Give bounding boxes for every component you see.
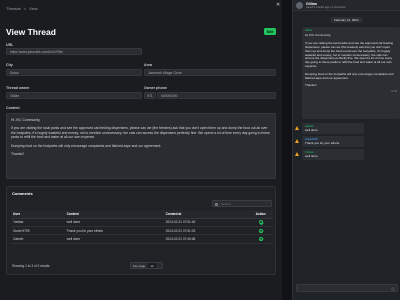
page-title: View Thread bbox=[6, 27, 56, 37]
cell-user: Gabriel bbox=[11, 234, 65, 244]
message-text: well done bbox=[305, 127, 318, 132]
warning-icon bbox=[295, 126, 299, 130]
thread-owner-label: Thread owner bbox=[6, 86, 30, 90]
comments-card: Comments Search User Content Created at … bbox=[6, 186, 276, 275]
per-page-value: 10 bbox=[148, 263, 156, 268]
chat-panel: Gillian joined 5 months ago | 4 comments… bbox=[292, 0, 400, 300]
thread-owner-field[interactable]: Gillian bbox=[6, 92, 142, 99]
send-icon[interactable] bbox=[391, 286, 395, 291]
area-label: Area bbox=[144, 63, 152, 67]
col-created-at[interactable]: Created at bbox=[163, 210, 249, 219]
search-placeholder: Search bbox=[221, 201, 231, 206]
owner-phone-field[interactable]: 500000000 bbox=[157, 92, 276, 99]
cell-user: Yomisa bbox=[11, 218, 65, 227]
area-field[interactable]: Jumeirah Village Circle bbox=[144, 69, 276, 76]
table-row: Guest 9795 Thank you for your efforts 20… bbox=[11, 226, 273, 236]
breadcrumb-separator: > bbox=[23, 6, 27, 11]
avatar bbox=[296, 2, 303, 9]
owner-phone-label: Owner phone bbox=[144, 86, 167, 90]
city-field[interactable]: Dubai bbox=[6, 69, 142, 76]
message-text: Thank you for your efforts bbox=[305, 140, 340, 145]
chat-message: Gabriel well done bbox=[302, 123, 364, 134]
content-paragraph: If you are visiting the local parks and … bbox=[11, 126, 270, 140]
content-paragraph: Hi JVC Community, bbox=[11, 118, 41, 122]
content-paragraph: Dumping food on the footpaths will only … bbox=[11, 143, 162, 148]
close-icon[interactable]: ✕ bbox=[276, 2, 280, 8]
edit-button[interactable]: Edit bbox=[264, 28, 276, 35]
per-page-select[interactable]: Per page 10 bbox=[130, 262, 163, 269]
phone-country-code[interactable]: 971 bbox=[144, 92, 156, 99]
chat-header: Gillian joined 5 months ago | 4 comments bbox=[293, 0, 400, 11]
cell-created-at: 2024-02-21 07:51:03 bbox=[163, 226, 249, 236]
message-text: well done bbox=[305, 153, 318, 158]
table-row: Yomisa well done 2024-02-21 07:51:49 bbox=[11, 218, 273, 227]
url-label: URL bbox=[6, 43, 14, 47]
view-icon[interactable] bbox=[258, 237, 263, 242]
chat-message: Guest9795 Thank you for your efforts bbox=[302, 136, 364, 147]
table-row: Gabriel well done 2024-02-21 07:49:48 bbox=[11, 234, 273, 244]
cell-action bbox=[248, 218, 273, 227]
city-label: City bbox=[6, 63, 13, 67]
chat-message: Yomisa well done bbox=[302, 149, 364, 160]
comments-search-input[interactable]: Search bbox=[212, 200, 272, 207]
col-content[interactable]: Content bbox=[64, 210, 164, 219]
comments-title: Comments bbox=[12, 191, 33, 196]
per-page-label: Per page bbox=[133, 263, 146, 268]
breadcrumb-current: View bbox=[29, 6, 38, 11]
chat-message: Gillian Hi JVC Community, If you are vis… bbox=[302, 27, 400, 119]
date-separator: February 21, 2024 bbox=[330, 17, 363, 23]
breadcrumb-threads-link[interactable]: Threads bbox=[6, 6, 21, 11]
url-field[interactable]: https://www.jotrocket.com/#/nCrRNn bbox=[6, 48, 142, 55]
cell-content: Thank you for your efforts bbox=[64, 226, 164, 236]
content-paragraph: Thanks!! bbox=[11, 152, 25, 157]
message-paragraph: Thanks!! bbox=[305, 82, 317, 87]
message-paragraph: Dumping food on the footpaths will only … bbox=[305, 71, 394, 80]
cell-action bbox=[248, 234, 273, 244]
col-user[interactable]: User bbox=[11, 210, 65, 219]
cell-action bbox=[248, 226, 273, 236]
message-time: 07:49 bbox=[391, 91, 397, 94]
breadcrumb: Threads > View bbox=[6, 6, 38, 11]
comments-table: User Content Created at Action Yomisa we… bbox=[11, 210, 273, 244]
table-header-row: User Content Created at Action bbox=[11, 210, 273, 219]
cell-content: well done bbox=[64, 234, 164, 244]
col-action: Action bbox=[248, 210, 273, 219]
message-paragraph: If you are visiting the local parks and … bbox=[305, 40, 394, 69]
warning-icon bbox=[295, 152, 299, 156]
thread-detail-panel: Threads > View View Thread Edit URL http… bbox=[0, 0, 282, 300]
warning-icon bbox=[295, 139, 299, 143]
cell-created-at: 2024-02-21 07:49:48 bbox=[163, 234, 249, 244]
cell-content: well done bbox=[64, 218, 164, 227]
view-icon[interactable] bbox=[258, 220, 263, 225]
search-icon bbox=[215, 202, 218, 206]
view-icon[interactable] bbox=[258, 228, 263, 233]
chat-user-subtitle: joined 5 months ago | 4 comments bbox=[306, 6, 346, 9]
message-paragraph: Hi JVC Community, bbox=[305, 33, 331, 38]
cell-created-at: 2024-02-21 07:51:49 bbox=[163, 218, 249, 227]
content-textarea[interactable]: Hi JVC Community, If you are visiting th… bbox=[6, 113, 276, 179]
message-sender: Gillian bbox=[305, 29, 313, 32]
cell-user: Guest 9795 bbox=[11, 226, 65, 236]
chat-message-input[interactable] bbox=[296, 284, 398, 292]
content-label: Content bbox=[6, 106, 20, 110]
pagination-summary: Showing 1 to 3 of 3 results bbox=[12, 264, 50, 268]
